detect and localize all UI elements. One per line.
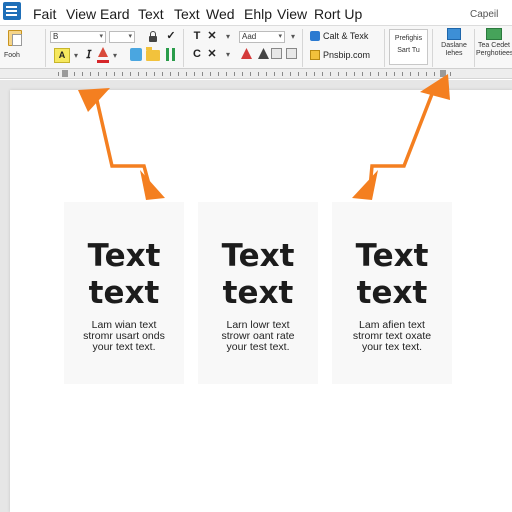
font-color-swatch <box>97 60 109 63</box>
tiles-button[interactable]: Tea Cedet Perghotiees <box>476 28 512 68</box>
menu-right-label[interactable]: Capeil <box>470 9 498 20</box>
font-color-button[interactable] <box>96 47 110 63</box>
italic-icon[interactable]: 𝘐 <box>82 48 96 62</box>
highlight-button[interactable]: A <box>54 48 70 63</box>
font-size-select[interactable]: ▾ <box>109 31 135 43</box>
chevron-down-icon[interactable]: ▾ <box>224 30 232 44</box>
ribbon-separator <box>384 29 385 67</box>
card-heading: Text text <box>332 238 452 312</box>
app-logo-icon[interactable] <box>3 2 21 20</box>
card-body-line: your tex text. <box>361 341 423 353</box>
ribbon-separator <box>302 29 303 67</box>
document-workspace: Text text Lam wian text stromr usart ond… <box>0 80 512 512</box>
style-select[interactable]: Aad ▾ <box>239 31 285 43</box>
fill-icon[interactable] <box>130 48 142 61</box>
triangle-icon[interactable] <box>241 48 252 59</box>
menu-item-view-2[interactable]: View <box>277 6 307 22</box>
font-name-value: B <box>53 32 59 41</box>
close-icon[interactable]: ✕ <box>205 29 219 43</box>
paste-button[interactable]: Fooh <box>2 28 42 68</box>
font-color-icon <box>98 47 108 57</box>
menu-item-fait[interactable]: Fait <box>33 6 56 22</box>
card-heading-line-1: Text <box>355 238 429 274</box>
ribbon-separator <box>45 29 46 67</box>
check-icon[interactable]: ✓ <box>164 29 178 43</box>
card-heading: Text text <box>64 238 184 312</box>
right-indent-handle[interactable] <box>440 70 446 77</box>
tiles-label-1: Tea Cedet <box>478 42 510 49</box>
ribbon-toolbar: Fooh B ▾ ▾ ✓ A ▾ 𝘐 ▾ T ✕ ▾ C ✕ ▾ Aad ▾ ▾… <box>0 25 512 69</box>
columns-icon[interactable] <box>166 48 176 61</box>
style-value: Aad <box>242 32 257 41</box>
card-body-line: your text text. <box>92 341 156 353</box>
menu-item-text-2[interactable]: Text <box>174 6 200 22</box>
chevron-down-icon: ▾ <box>99 33 103 40</box>
menu-bar: Fait View Eard Text Text Wed Ehlp View R… <box>0 0 512 25</box>
chevron-down-icon[interactable]: ▾ <box>111 49 119 63</box>
menu-item-wed[interactable]: Wed <box>206 6 235 22</box>
card-heading: Text text <box>198 238 318 312</box>
lock-icon[interactable] <box>148 31 158 42</box>
menu-item-ehlp[interactable]: Ehlp <box>244 6 272 22</box>
publish-button[interactable]: Pnsbip.com <box>308 47 380 63</box>
publish-icon <box>310 50 320 60</box>
card-heading-line-1: Text <box>87 238 161 274</box>
chevron-down-icon[interactable]: ▾ <box>289 30 297 44</box>
box-icon-2[interactable] <box>286 48 297 59</box>
menu-item-rort-up[interactable]: Rort Up <box>314 6 362 22</box>
card-body: Larn lowr text strowr oant rate your tes… <box>198 320 318 353</box>
chevron-down-icon: ▾ <box>128 33 132 40</box>
text-card[interactable]: Text text Lam afien text stromr text oxa… <box>332 202 452 384</box>
menu-item-view[interactable]: View <box>66 6 96 22</box>
text-card[interactable]: Text text Lam wian text stromr usart ond… <box>64 202 184 384</box>
card-heading-line-2: text <box>222 275 294 311</box>
triangle-dark-icon[interactable] <box>258 48 269 59</box>
preview-line-2: Sart Tu <box>397 47 420 54</box>
folder-icon[interactable] <box>146 47 160 61</box>
ruler-ticks <box>58 72 458 76</box>
card-heading-line-2: text <box>88 275 160 311</box>
ruler[interactable] <box>0 69 512 79</box>
menu-item-eard[interactable]: Eard <box>100 6 130 22</box>
card-heading-line-2: text <box>356 275 428 311</box>
ribbon-separator <box>474 29 475 67</box>
calendar-icon <box>447 28 461 40</box>
card-body: Lam afien text stromr text oxate your te… <box>332 320 452 353</box>
menu-item-text[interactable]: Text <box>138 6 164 22</box>
design-label-2: Iehes <box>445 50 463 57</box>
insert-icon <box>310 31 320 41</box>
styles-preview-panel[interactable]: Prefighis Sart Tu <box>389 29 428 65</box>
tiles-label-2: Perghotiees <box>476 50 512 57</box>
chevron-down-icon: ▾ <box>278 33 282 40</box>
ribbon-separator <box>432 29 433 67</box>
bold-t-icon[interactable]: T <box>190 29 204 43</box>
card-heading-line-1: Text <box>221 238 295 274</box>
text-card[interactable]: Text text Larn lowr text strowr oant rat… <box>198 202 318 384</box>
paste-label: Fooh <box>4 52 20 59</box>
design-label-1: Daslane <box>441 42 467 49</box>
publish-label: Pnsbip.com <box>323 50 371 60</box>
chevron-down-icon[interactable]: ▾ <box>72 49 80 63</box>
font-name-select[interactable]: B ▾ <box>50 31 106 43</box>
ribbon-separator <box>183 29 184 67</box>
card-body: Lam wian text stromr usart onds your tex… <box>64 320 184 353</box>
quick-insert-label: Calt & Texk <box>323 31 369 41</box>
chevron-down-icon[interactable]: ▾ <box>224 48 232 62</box>
shape-c-icon[interactable]: C <box>190 47 204 61</box>
cross-icon[interactable]: ✕ <box>205 47 219 61</box>
left-indent-handle[interactable] <box>62 70 68 77</box>
quick-insert-button[interactable]: Calt & Texk <box>308 30 380 43</box>
document-page[interactable]: Text text Lam wian text stromr usart ond… <box>10 90 512 512</box>
box-icon[interactable] <box>271 48 282 59</box>
paste-icon <box>8 30 22 46</box>
design-button[interactable]: Daslane Iehes <box>436 28 472 68</box>
card-body-line: your test text. <box>226 341 290 353</box>
tiles-icon <box>486 28 502 40</box>
preview-line-1: Prefighis <box>394 35 423 42</box>
